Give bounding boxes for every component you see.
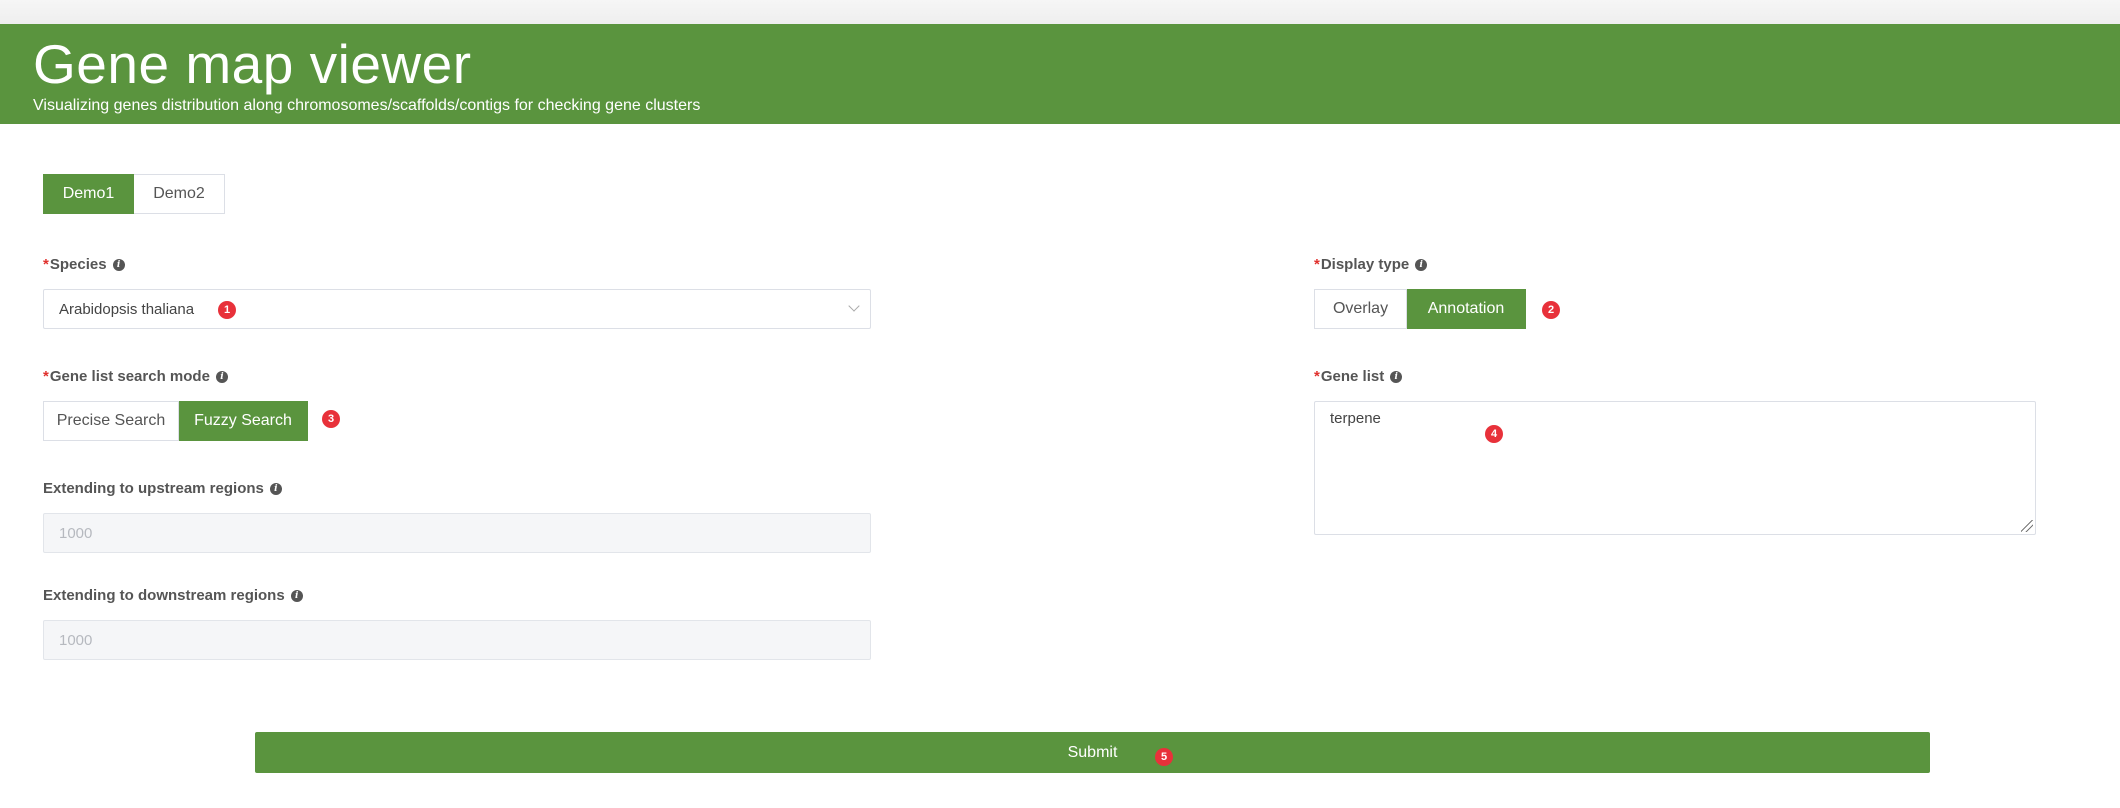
upstream-label-text: Extending to upstream regions bbox=[43, 480, 264, 497]
page-title: Gene map viewer bbox=[33, 33, 472, 95]
display-annotation-button[interactable]: Annotation bbox=[1407, 289, 1526, 329]
chevron-down-icon bbox=[848, 300, 860, 312]
required-mark: * bbox=[1314, 256, 1320, 273]
page-subtitle: Visualizing genes distribution along chr… bbox=[33, 97, 701, 114]
tab-demo2[interactable]: Demo2 bbox=[134, 174, 225, 214]
downstream-label: Extending to downstream regions i bbox=[43, 587, 303, 604]
header-banner: Gene map viewer Visualizing genes distri… bbox=[0, 24, 2120, 124]
search-mode-label: * Gene list search mode i bbox=[43, 368, 228, 385]
search-mode-toggle: Precise Search Fuzzy Search bbox=[43, 401, 308, 441]
display-type-label-text: Display type bbox=[1320, 256, 1410, 273]
species-select[interactable]: Arabidopsis thaliana bbox=[43, 289, 871, 329]
downstream-label-text: Extending to downstream regions bbox=[43, 587, 285, 604]
downstream-placeholder: 1000 bbox=[59, 631, 93, 649]
info-icon[interactable]: i bbox=[269, 482, 282, 495]
precise-search-button[interactable]: Precise Search bbox=[43, 401, 179, 441]
info-icon[interactable]: i bbox=[112, 258, 125, 271]
display-type-label: * Display type i bbox=[1314, 256, 1428, 273]
annotation-marker-1: 1 bbox=[218, 301, 236, 319]
upstream-label: Extending to upstream regions i bbox=[43, 480, 282, 497]
required-mark: * bbox=[1314, 368, 1320, 385]
annotation-marker-5: 5 bbox=[1155, 748, 1173, 766]
search-mode-label-text: Gene list search mode bbox=[49, 368, 210, 385]
gene-list-value: terpene bbox=[1330, 410, 1381, 427]
info-icon[interactable]: i bbox=[1390, 370, 1403, 383]
species-label: * Species i bbox=[43, 256, 125, 273]
gene-list-label-text: Gene list bbox=[1320, 368, 1385, 385]
display-type-toggle: Overlay Annotation bbox=[1314, 289, 1526, 329]
species-label-text: Species bbox=[49, 256, 107, 273]
demo-tabs: Demo1 Demo2 bbox=[43, 174, 225, 214]
species-select-value: Arabidopsis thaliana bbox=[59, 300, 195, 318]
tab-demo1[interactable]: Demo1 bbox=[43, 174, 134, 214]
gene-list-label: * Gene list i bbox=[1314, 368, 1403, 385]
gene-list-textarea[interactable]: terpene bbox=[1314, 401, 2036, 535]
info-icon[interactable]: i bbox=[1415, 258, 1428, 271]
required-mark: * bbox=[43, 368, 49, 385]
upstream-input[interactable]: 1000 bbox=[43, 513, 871, 553]
annotation-marker-4: 4 bbox=[1485, 425, 1503, 443]
fuzzy-search-button[interactable]: Fuzzy Search bbox=[179, 401, 308, 441]
annotation-marker-3: 3 bbox=[322, 410, 340, 428]
display-overlay-button[interactable]: Overlay bbox=[1314, 289, 1407, 329]
submit-button[interactable]: Submit bbox=[255, 732, 1930, 773]
annotation-marker-2: 2 bbox=[1542, 301, 1560, 319]
info-icon[interactable]: i bbox=[290, 589, 303, 602]
browser-top-strip bbox=[0, 0, 2120, 24]
upstream-placeholder: 1000 bbox=[59, 524, 93, 542]
resize-grip-icon[interactable] bbox=[2021, 520, 2033, 532]
downstream-input[interactable]: 1000 bbox=[43, 620, 871, 660]
required-mark: * bbox=[43, 256, 49, 273]
info-icon[interactable]: i bbox=[215, 370, 228, 383]
